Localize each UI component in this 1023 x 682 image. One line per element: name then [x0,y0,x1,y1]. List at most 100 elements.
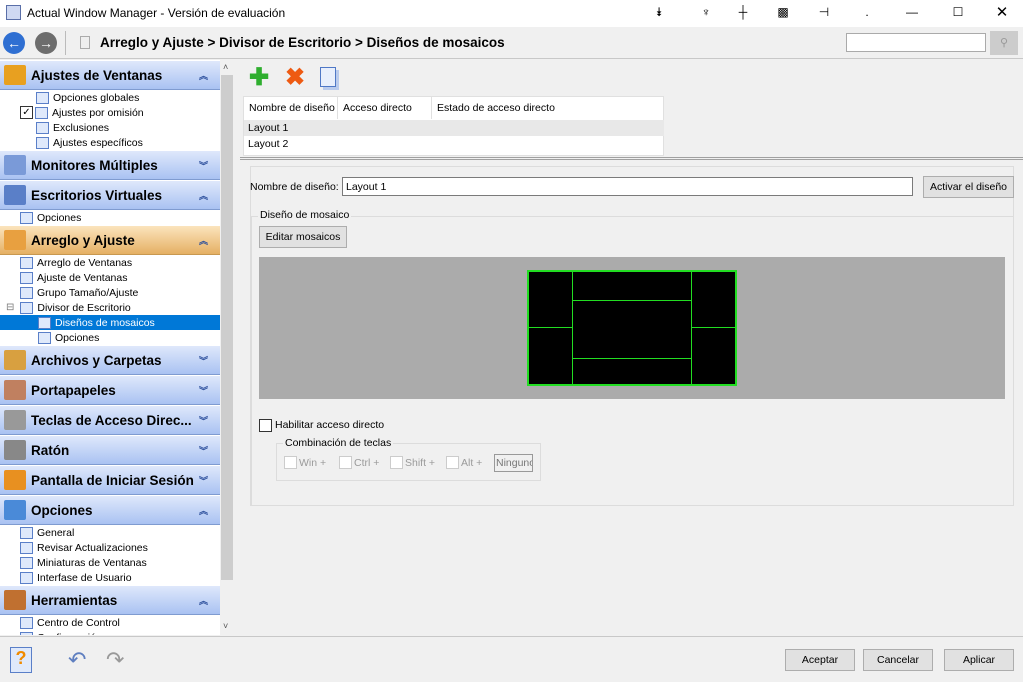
ok-button[interactable]: Aceptar [785,649,855,671]
collapse-chevron-icon[interactable]: ︽ [199,189,208,202]
column-header[interactable]: Estado de acceso directo [432,97,665,119]
collapse-chevron-icon[interactable]: ︽ [199,234,208,247]
tile [528,271,573,328]
hotkey-enable-checkbox[interactable] [259,419,272,432]
search-button[interactable]: ⚲ [990,31,1018,55]
group-label: Arreglo y Ajuste [31,232,135,248]
sidebar-item[interactable]: Interfase de Usuario [0,570,220,585]
wrench-icon[interactable]: ♆ [696,5,716,19]
collapse-chevron-icon[interactable]: ︽ [199,504,208,517]
edit-tiles-button[interactable]: Editar mosaicos [259,226,347,248]
sidebar-group-header[interactable]: Archivos y Carpetas ︾ [0,345,220,375]
copy-icon[interactable] [320,67,336,87]
group-label: Monitores Múltiples [31,157,158,173]
sidebar-item[interactable]: Opciones [0,330,220,345]
add-icon[interactable]: ✚ [246,65,272,91]
grid-icon[interactable]: ▩ [773,5,793,19]
collapse-chevron-icon[interactable]: ︽ [199,69,208,82]
sidebar-group-header[interactable]: Pantalla de Iniciar Sesión ︾ [0,465,220,495]
delete-icon[interactable]: ✖ [282,65,308,91]
undo-icon[interactable]: ↶ [68,647,86,673]
sidebar-group-header[interactable]: Ajustes de Ventanas ︽ [0,60,220,90]
table-row[interactable]: Layout 2 [244,136,664,152]
close-button[interactable]: ✕ [992,3,1012,21]
item-label: Miniaturas de Ventanas [37,556,147,569]
tile-layout[interactable] [527,270,737,386]
sidebar-item[interactable]: Grupo Tamaño/Ajuste [0,285,220,300]
maximize-button[interactable]: ☐ [948,5,968,19]
sidebar-item[interactable]: Centro de Control [0,615,220,630]
column-header[interactable]: Acceso directo [338,97,432,119]
tree-collapse-icon[interactable]: ⊟ [6,302,14,313]
item-label: Revisar Actualizaciones [37,541,148,554]
sidebar-item[interactable]: Opciones globales [0,90,220,105]
sidebar-item[interactable]: Configuración... [0,630,220,635]
collapse-icon[interactable]: ⯯ [649,5,669,20]
redo-icon[interactable]: ↷ [106,647,124,673]
pin-icon[interactable]: ┼ [733,5,753,19]
item-icon [20,256,33,269]
expand-chevron-icon[interactable]: ︾ [199,414,208,427]
sidebar-item[interactable]: Ajuste de Ventanas [0,270,220,285]
cell-name: Layout 1 [248,122,289,134]
ctrl-checkbox[interactable] [339,456,352,469]
sidebar-group-header[interactable]: Escritorios Virtuales ︽ [0,180,220,210]
sidebar-group-header[interactable]: Ratón ︾ [0,435,220,465]
minimize-button[interactable]: — [902,5,922,19]
expand-chevron-icon[interactable]: ︾ [199,159,208,172]
alt-checkbox[interactable] [446,456,459,469]
sidebar-item[interactable]: Miniaturas de Ventanas [0,555,220,570]
navigation-bar: ← → Arreglo y Ajuste > Divisor de Escrit… [0,27,1023,59]
item-checkbox[interactable]: ✓ [20,106,33,119]
group-icon [4,470,26,490]
column-header[interactable]: Nombre de diseño [244,97,338,119]
sidebar-item[interactable]: Opciones [0,210,220,225]
shift-checkbox[interactable] [390,456,403,469]
sidebar-item[interactable]: Arreglo de Ventanas [0,255,220,270]
sidebar-group-header[interactable]: Arreglo y Ajuste ︽ [0,225,220,255]
table-row[interactable]: Layout 1 [244,120,664,136]
win-checkbox[interactable] [284,456,297,469]
expand-chevron-icon[interactable]: ︾ [199,474,208,487]
splitter[interactable] [240,157,1023,160]
expand-chevron-icon[interactable]: ︾ [199,384,208,397]
sidebar-item[interactable]: ✓ Ajustes por omisión [0,105,220,120]
scrollbar-thumb[interactable] [221,75,233,580]
sidebar-group-header[interactable]: Opciones ︽ [0,495,220,525]
sidebar-group-header[interactable]: Herramientas ︽ [0,585,220,615]
name-input[interactable] [342,177,913,196]
cancel-button[interactable]: Cancelar [863,649,933,671]
expand-chevron-icon[interactable]: ︾ [199,354,208,367]
expand-chevron-icon[interactable]: ︾ [199,444,208,457]
hotkey-enable-label: Habilitar acceso directo [275,419,385,431]
activate-button[interactable]: Activar el diseño [923,176,1014,198]
forward-button[interactable]: → [35,32,57,54]
group-icon [4,230,26,250]
sidebar-group-header[interactable]: Monitores Múltiples ︾ [0,150,220,180]
sidebar-item[interactable]: Revisar Actualizaciones [0,540,220,555]
back-button[interactable]: ← [3,32,25,54]
sidebar-item[interactable]: Diseños de mosaicos [0,315,220,330]
item-label: Ajustes por omisión [52,106,144,119]
apply-button[interactable]: Aplicar [944,649,1014,671]
sidebar-item[interactable]: Exclusiones [0,120,220,135]
sidebar: Ajustes de Ventanas ︽ Opciones globales ✓ Aj… [0,60,220,635]
sidebar-group-header[interactable]: Portapapeles ︾ [0,375,220,405]
item-icon [20,286,33,299]
sidebar-item[interactable]: ⊟ Divisor de Escritorio [0,300,220,315]
breadcrumb: Arreglo y Ajuste > Divisor de Escritorio… [100,35,505,50]
sidebar-item[interactable]: Ajustes específicos [0,135,220,150]
tile [691,327,736,385]
group-label: Herramientas [31,592,118,608]
sidebar-item[interactable]: General [0,525,220,540]
item-icon [20,541,33,554]
collapse-chevron-icon[interactable]: ︽ [199,594,208,607]
key-field[interactable]: Ninguno [494,454,533,472]
dot-icon[interactable]: . [857,5,877,19]
pushpin-icon[interactable]: ⊣ [814,5,834,19]
item-icon [20,526,33,539]
item-label: Ajustes específicos [53,136,143,149]
sidebar-group-header[interactable]: Teclas de Acceso Direc... ︾ [0,405,220,435]
help-icon[interactable]: ? [10,647,32,673]
search-input[interactable] [846,33,986,52]
